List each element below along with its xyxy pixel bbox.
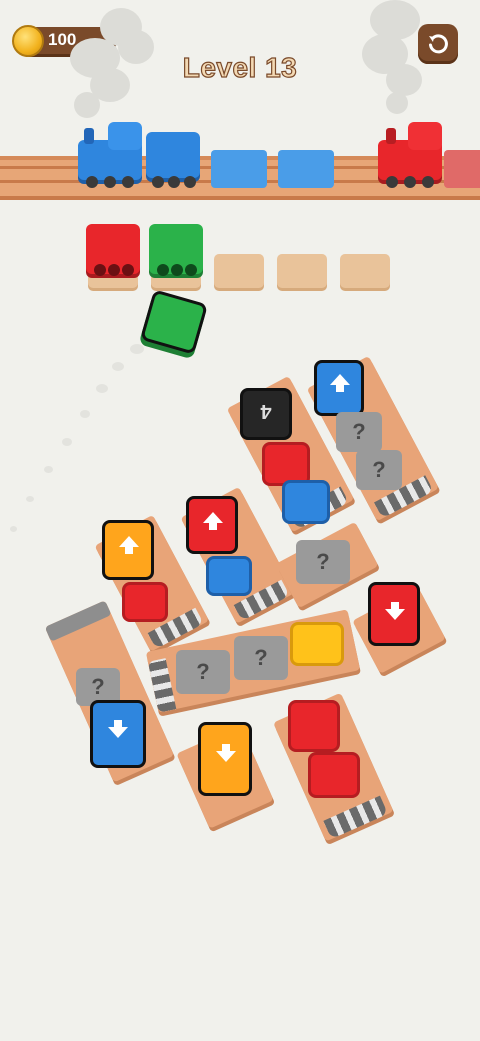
mystery-car[interactable]: ? bbox=[356, 450, 402, 490]
yellow-train-car[interactable] bbox=[290, 622, 344, 666]
arrow-up-icon bbox=[203, 512, 223, 530]
smoke-cloud-right bbox=[360, 0, 440, 130]
arrow-down-icon bbox=[108, 720, 128, 738]
orange-car-up[interactable] bbox=[102, 520, 154, 580]
mystery-car[interactable]: ? bbox=[234, 636, 288, 680]
red-car-down[interactable] bbox=[368, 582, 420, 646]
red-train-car[interactable] bbox=[122, 582, 168, 622]
hidden-car-black[interactable]: 4 bbox=[240, 388, 292, 440]
blue-car-down[interactable] bbox=[90, 700, 146, 768]
empty-car-slot bbox=[278, 150, 334, 188]
holding-slot bbox=[214, 254, 264, 288]
blue-locomotive bbox=[78, 122, 142, 188]
arrow-down-icon bbox=[216, 744, 236, 762]
blue-train-car[interactable] bbox=[206, 556, 252, 596]
red-car-up[interactable] bbox=[186, 496, 238, 554]
holding-slot bbox=[340, 254, 390, 288]
mystery-car[interactable]: ? bbox=[296, 540, 350, 584]
red-train-car[interactable] bbox=[288, 700, 340, 752]
blue-train-car bbox=[146, 132, 200, 188]
red-train-car-held bbox=[86, 224, 140, 280]
green-train-car-held bbox=[149, 224, 203, 280]
arrow-up-icon bbox=[119, 536, 139, 554]
arrow-down-icon bbox=[385, 602, 405, 620]
smoke-cloud-left bbox=[60, 8, 160, 128]
arrow-up-icon bbox=[330, 374, 350, 392]
blue-train-car[interactable] bbox=[282, 480, 330, 524]
red-empty-car-slot bbox=[444, 150, 480, 188]
red-train-car[interactable] bbox=[308, 752, 360, 798]
holding-slot bbox=[277, 254, 327, 288]
hidden-count: 4 bbox=[260, 400, 272, 422]
mystery-car[interactable]: ? bbox=[176, 650, 230, 694]
red-locomotive bbox=[378, 122, 442, 188]
empty-car-slot bbox=[211, 150, 267, 188]
blue-car-up[interactable] bbox=[314, 360, 364, 416]
orange-car-down[interactable] bbox=[198, 722, 252, 796]
mystery-car[interactable]: ? bbox=[336, 412, 382, 452]
